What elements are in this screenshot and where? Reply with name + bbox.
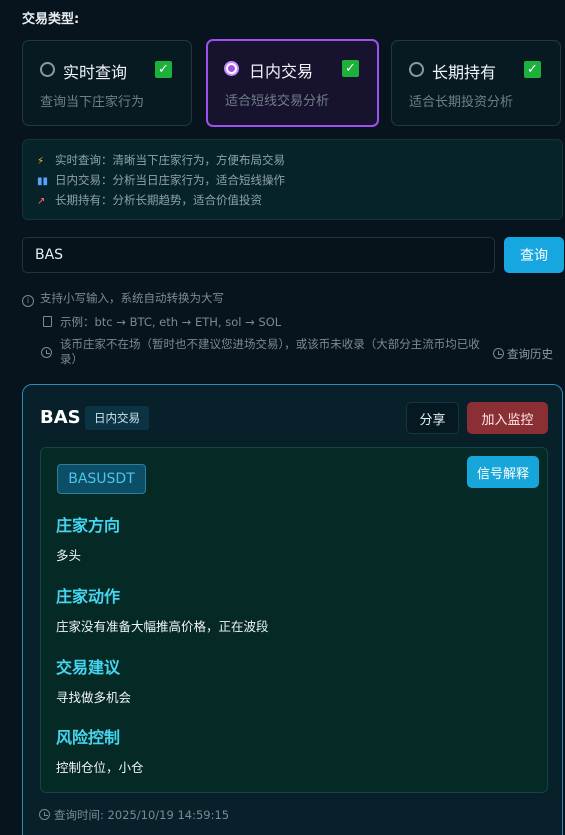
section-title: 庄家动作 [56,587,121,606]
tip-item: ↗ 长期持有：分析长期趋势，适合价值投资 [37,190,548,210]
hint-text: 示例：btc → BTC, eth → ETH, sol → SOL [60,315,282,329]
radio-unselected-icon[interactable] [40,62,55,77]
share-button[interactable]: 分享 [406,402,459,434]
tip-text: 长期持有：分析长期趋势，适合价值投资 [55,193,262,207]
radio-unselected-icon[interactable] [409,62,424,77]
query-time-text: 查询时间: 2025/10/19 14:59:15 [54,808,230,822]
lowercase-hint: i 支持小写输入，系统自动转换为大写 [22,290,224,307]
trade-type-desc: 适合长期投资分析 [409,95,514,110]
section-title: 交易建议 [56,658,121,677]
section-text: 控制仓位，小仓 [56,760,144,775]
section-text: 多头 [56,548,82,563]
trade-type-intraday-card[interactable]: 日内交易 ✓ 适合短线交易分析 [206,39,379,127]
checkbox-checked-icon[interactable]: ✓ [524,61,541,78]
document-icon [43,316,52,327]
trade-type-title: 长期持有 [432,63,497,82]
tip-text: 日内交易：分析当日庄家行为，适合短线操作 [55,173,285,187]
trade-type-desc: 适合短线交易分析 [225,94,330,109]
clock-icon [39,809,50,820]
query-time: 查询时间: 2025/10/19 14:59:15 [39,807,229,823]
symbol-badge: BASUSDT [57,464,146,494]
checkbox-checked-icon[interactable]: ✓ [155,61,172,78]
coin-notice: 该币庄家不在场（暂时也不建议您进场交易），或该币未收录（大部分主流币均已收录） [60,337,480,366]
clock-icon [41,347,52,358]
add-watch-button[interactable]: 加入监控 [467,402,548,434]
symbol-search-input[interactable] [22,237,495,273]
tip-item: ▮▮ 日内交易：分析当日庄家行为，适合短线操作 [37,170,548,190]
bar-chart-icon: ▮▮ [37,176,49,187]
tip-item: ⚡ 实时查询：清晰当下庄家行为，方便布局交易 [37,150,548,170]
analysis-panel: BASUSDT 信号解释 庄家方向 多头 庄家动作 庄家没有准备大幅推高价格，正… [40,447,548,793]
info-icon: i [22,295,34,307]
trade-type-tips: ⚡ 实时查询：清晰当下庄家行为，方便布局交易 ▮▮ 日内交易：分析当日庄家行为，适合… [22,139,563,220]
coin-name: BAS [40,407,81,428]
example-hint: 示例：btc → BTC, eth → ETH, sol → SOL [43,314,281,330]
hint-text: 支持小写输入，系统自动转换为大写 [40,291,224,305]
section-text: 庄家没有准备大幅推高价格，正在波段 [56,619,269,634]
trade-type-label: 交易类型: [22,12,80,27]
trade-type-title: 实时查询 [63,63,128,82]
mode-badge: 日内交易 [85,406,149,430]
section-title: 风险控制 [56,728,121,747]
checkbox-checked-icon[interactable]: ✓ [342,60,359,77]
section-text: 寻找做多机会 [56,690,132,705]
lightning-icon: ⚡ [37,156,45,167]
tip-text: 实时查询：清晰当下庄家行为，方便布局交易 [55,153,285,167]
history-clock-icon[interactable] [493,348,504,359]
result-card: BAS 日内交易 分享 加入监控 BASUSDT 信号解释 庄家方向 多头 庄家… [22,384,563,835]
trade-type-title: 日内交易 [249,62,314,81]
trend-chart-icon: ↗ [37,196,46,207]
trade-type-longterm-card[interactable]: 长期持有 ✓ 适合长期投资分析 [391,40,561,126]
query-history-link[interactable]: 查询历史 [507,346,553,362]
radio-selected-icon[interactable] [224,61,239,76]
section-title: 庄家方向 [56,516,121,535]
trade-type-realtime-card[interactable]: 实时查询 ✓ 查询当下庄家行为 [22,40,192,126]
signal-explain-button[interactable]: 信号解释 [467,456,539,488]
trade-type-desc: 查询当下庄家行为 [40,95,145,110]
query-button[interactable]: 查询 [504,237,564,273]
